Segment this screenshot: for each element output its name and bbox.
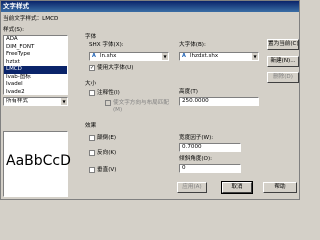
set-current-button[interactable]: 置为当前(C): [267, 39, 299, 50]
upside-down-label: 颠倒(E): [97, 135, 117, 141]
oblique-angle-label: 倾斜角度(O):: [179, 156, 213, 162]
shx-font-dropdown[interactable]: A ln.shx ▼: [89, 52, 169, 61]
style-list-item[interactable]: Ivade2: [4, 89, 67, 95]
size-section-title: 大小: [85, 81, 97, 87]
styles-list[interactable]: ADA DIM_FONT FreeType hztxt LMCD Ivab-图标 Ivade…: [3, 35, 68, 95]
width-factor-value: 0.7000: [182, 144, 202, 150]
style-list-item[interactable]: Ivab-图标: [4, 74, 67, 82]
styles-label: 样式(S):: [3, 27, 24, 33]
vertical-label: 垂直(V): [97, 167, 117, 173]
chevron-down-icon: ▼: [60, 98, 67, 105]
cancel-button[interactable]: 取消: [221, 181, 253, 194]
current-style-value: LMCD: [42, 16, 59, 22]
style-list-item[interactable]: hztxt: [4, 59, 67, 67]
style-list-item[interactable]: LMCD: [4, 66, 67, 74]
big-font-value: lhzdxt.shx: [190, 53, 219, 59]
style-filter-value: 所有样式: [6, 98, 29, 104]
style-list-item[interactable]: DIM_FONT: [4, 44, 67, 52]
big-font-icon: A: [182, 53, 186, 59]
annotative-label: 注释性(I): [97, 90, 120, 96]
window-title: 文字样式: [3, 2, 29, 10]
height-value: 250.0000: [182, 98, 209, 104]
match-orientation-checkbox[interactable]: [105, 100, 111, 106]
backwards-label: 反向(K): [97, 150, 117, 156]
vertical-checkbox[interactable]: [89, 167, 95, 173]
current-style-row: 当前文字样式：LMCD: [3, 16, 58, 23]
big-font-dropdown[interactable]: A lhzdxt.shx ▼: [179, 52, 259, 61]
width-factor-input[interactable]: 0.7000: [179, 143, 241, 152]
oblique-angle-input[interactable]: 0: [179, 164, 241, 173]
shx-font-icon: A: [92, 53, 96, 59]
use-big-font-checkbox[interactable]: ✓: [89, 65, 95, 71]
shx-font-value: ln.shx: [100, 53, 117, 59]
current-style-label: 当前文字样式：: [3, 16, 43, 22]
styles-list-items: ADA DIM_FONT FreeType hztxt LMCD Ivab-图标 Ivade…: [4, 36, 67, 95]
width-factor-label: 宽度因子(W):: [179, 135, 214, 141]
upside-down-checkbox[interactable]: [89, 135, 95, 141]
style-filter-dropdown[interactable]: 所有样式 ▼: [3, 97, 68, 106]
style-list-item[interactable]: ADA: [4, 36, 67, 44]
chevron-down-icon: ▼: [251, 53, 258, 60]
chevron-down-icon: ▼: [161, 53, 168, 60]
annotative-checkbox[interactable]: [89, 90, 95, 96]
height-label: 高度(T): [179, 89, 198, 95]
new-style-button[interactable]: 新建(N)...: [267, 56, 299, 67]
preview-text: AaBbCcD: [6, 153, 71, 169]
style-list-item[interactable]: Ivadel: [4, 81, 67, 89]
big-font-label: 大字体(B):: [179, 42, 206, 48]
style-list-item[interactable]: FreeType: [4, 51, 67, 59]
use-big-font-label: 使用大字体(U): [97, 65, 134, 71]
title-bar: 文字样式: [1, 1, 299, 12]
delete-style-button[interactable]: 删除(D): [267, 72, 299, 83]
preview-box: AaBbCcD: [3, 131, 71, 197]
shx-font-label: SHX 字体(X):: [89, 42, 124, 48]
match-orientation-label: 使文字方向与布局匹配(M): [113, 100, 169, 113]
oblique-angle-value: 0: [182, 165, 186, 171]
font-section-title: 字体: [85, 34, 97, 40]
help-button[interactable]: 帮助: [263, 182, 297, 193]
height-input[interactable]: 250.0000: [179, 97, 259, 106]
effects-section-title: 效果: [85, 123, 97, 129]
backwards-checkbox[interactable]: [89, 150, 95, 156]
text-style-dialog: 文字样式 当前文字样式：LMCD 样式(S): ADA DIM_FONT FreeT…: [0, 0, 300, 200]
apply-button[interactable]: 应用(A): [177, 182, 207, 193]
